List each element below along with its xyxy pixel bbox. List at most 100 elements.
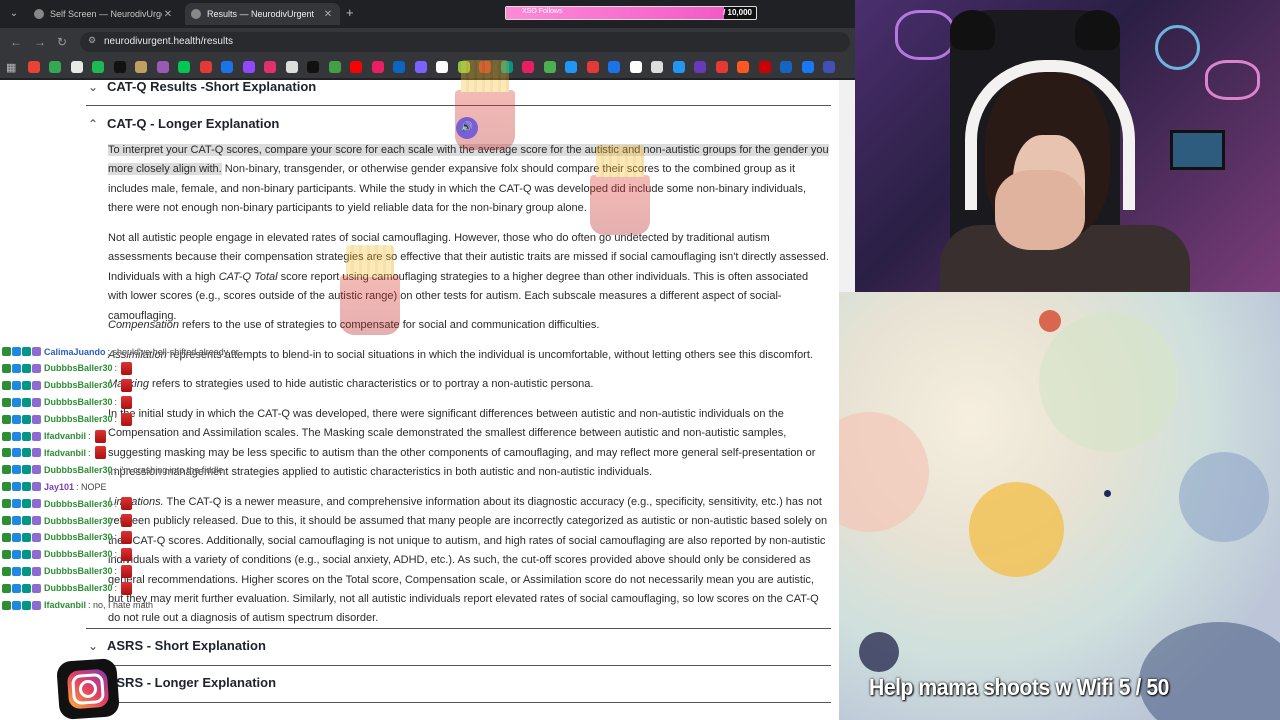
chat-text: :	[88, 431, 91, 441]
bookmark-icon[interactable]	[780, 61, 792, 73]
stream-caption: Help mama shoots w Wifi 5 / 50	[869, 674, 1169, 700]
bookmark-icon[interactable]	[199, 61, 212, 73]
bookmark-icon[interactable]	[565, 61, 577, 73]
badge-icon	[32, 448, 41, 458]
chat-message: Ifadvanbil: no, I hate math	[2, 598, 153, 613]
bookmark-icon[interactable]	[737, 61, 749, 73]
bookmark-icon[interactable]	[371, 61, 384, 73]
stream-background-art	[839, 292, 1280, 720]
bookmark-icon[interactable]	[221, 61, 233, 73]
bookmark-icon[interactable]	[694, 61, 706, 73]
badge-icon	[2, 583, 11, 593]
bookmark-icon[interactable]	[651, 61, 663, 73]
chat-badges	[2, 499, 41, 509]
chat-message: DubbbsBaller30:	[2, 395, 133, 410]
bookmark-icon[interactable]	[608, 61, 620, 73]
badge-icon	[12, 600, 21, 610]
bookmark-icon[interactable]	[586, 61, 599, 73]
bookmark-icon[interactable]	[715, 61, 728, 73]
bookmark-icon[interactable]	[436, 61, 448, 73]
site-info-icon[interactable]: ⚙	[88, 35, 96, 46]
badge-icon	[22, 516, 31, 525]
bookmark-icon[interactable]	[113, 61, 126, 73]
chat-badges	[2, 516, 41, 525]
bookmark-icon[interactable]	[264, 61, 276, 73]
badge-icon	[32, 566, 41, 576]
monitor	[1170, 130, 1225, 170]
reload-icon[interactable]: ↻	[57, 35, 67, 49]
chat-username: Ifadvanbil	[44, 600, 87, 610]
badge-icon	[32, 532, 41, 542]
bookmark-icon[interactable]	[242, 61, 255, 73]
bookmark-icon[interactable]	[307, 61, 319, 73]
bookmark-icon[interactable]	[70, 61, 83, 73]
badge-icon	[12, 448, 21, 458]
apps-grid-icon[interactable]: ▦	[6, 61, 18, 74]
fries-emote-icon	[94, 446, 106, 460]
tab-results[interactable]: Results — NeurodivUrgent ✕	[185, 3, 340, 25]
badge-icon	[22, 448, 31, 458]
back-arrow-icon[interactable]: ←	[10, 35, 22, 49]
fries-emote-icon	[590, 145, 650, 235]
chat-text: :	[114, 583, 118, 594]
bookmark-icon[interactable]	[629, 61, 642, 73]
badge-icon	[22, 414, 31, 424]
bookmark-icon[interactable]	[543, 61, 556, 73]
chat-message: DubbbsBaller30:	[2, 513, 133, 528]
chat-text: :	[114, 566, 118, 577]
bookmark-icon[interactable]	[758, 61, 771, 73]
bookmark-icon[interactable]	[178, 61, 190, 73]
bookmark-icon[interactable]	[92, 61, 104, 73]
paragraph-interpret: To interpret your CAT-Q scores, compare …	[108, 141, 830, 219]
bookmark-icon[interactable]	[156, 61, 169, 73]
fries-emote-icon	[121, 564, 133, 578]
tab-self-screen[interactable]: Self Screen — NeurodivUrgent ✕	[28, 3, 180, 25]
chat-text: : no, I hate math	[88, 600, 154, 610]
bookmark-icon[interactable]	[393, 61, 405, 73]
bookmark-icon[interactable]	[49, 61, 61, 73]
badge-icon	[22, 363, 31, 373]
chat-message: CalimaJuando: should've hell-shifted alr…	[2, 344, 239, 359]
badge-icon	[2, 347, 11, 356]
badge-icon	[22, 347, 31, 356]
chat-message: DubbbsBaller30:	[2, 361, 133, 376]
site-favicon-icon	[191, 9, 201, 19]
accordion-asrs-short[interactable]: ⌄ ASRS - Short Explanation	[86, 637, 831, 661]
badge-icon	[22, 600, 31, 610]
badge-icon	[12, 347, 21, 356]
bookmark-icon[interactable]	[350, 61, 362, 73]
speaker-icon[interactable]: 🔊	[456, 117, 478, 139]
follow-goal-count: / 10,000	[723, 8, 752, 17]
chat-text: : i'm crashing into the fiddle	[114, 464, 224, 475]
bookmark-icon[interactable]	[135, 61, 147, 73]
bookmarks-bar: ▦	[0, 56, 855, 78]
chat-badges	[2, 448, 41, 458]
chevron-down-icon: ⌄	[88, 639, 99, 653]
bookmark-icon[interactable]	[672, 61, 685, 73]
fries-emote-icon	[121, 412, 133, 426]
bookmark-icon[interactable]	[414, 61, 427, 73]
accordion-asrs-long[interactable]: ⌄ ASRS - Longer Explanation	[86, 674, 831, 698]
bookmark-icon[interactable]	[285, 61, 298, 73]
chat-username: Ifadvanbil	[44, 431, 87, 441]
chat-message: Ifadvanbil:	[2, 429, 106, 444]
close-tab-icon[interactable]: ✕	[322, 9, 334, 20]
chat-username: CalimaJuando	[44, 346, 106, 357]
bookmark-icon[interactable]	[522, 61, 534, 73]
badge-icon	[2, 431, 11, 441]
bookmark-icon[interactable]	[801, 61, 814, 73]
bookmark-icon[interactable]	[823, 61, 835, 73]
bookmark-icon[interactable]	[27, 61, 40, 73]
tab-search-icon[interactable]: ⌄	[6, 6, 22, 22]
badge-icon	[22, 431, 31, 441]
close-tab-icon[interactable]: ✕	[162, 9, 174, 20]
new-tab-button[interactable]: +	[346, 5, 354, 20]
chat-message: DubbbsBaller30:	[2, 412, 133, 427]
url-input[interactable]: ⚙ neurodivurgent.health/results	[80, 32, 850, 52]
badge-icon	[32, 397, 41, 407]
forward-arrow-icon[interactable]: →	[34, 35, 46, 49]
badge-icon	[2, 499, 11, 509]
fries-emote-icon	[121, 514, 133, 527]
bookmark-icon[interactable]	[328, 61, 341, 73]
neon-light	[1205, 60, 1260, 100]
